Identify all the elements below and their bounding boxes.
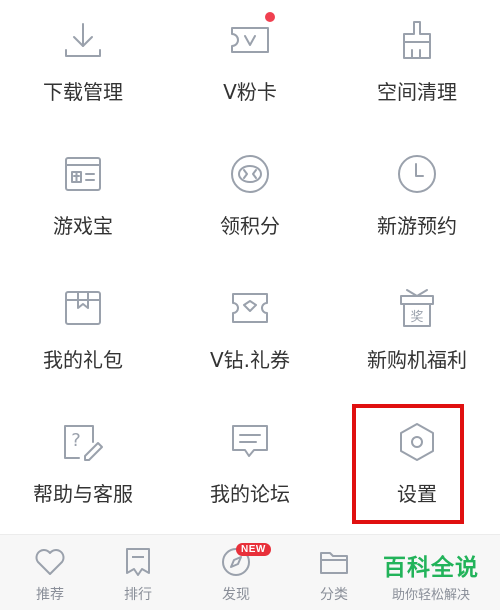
points-coin-icon — [231, 155, 269, 193]
tab-ranking[interactable]: 排行 — [88, 535, 188, 610]
tab-label: 排行 — [124, 587, 152, 603]
watermark-subtitle: 助你轻松解决 — [391, 588, 470, 603]
menu-item-download-manager[interactable]: 下载管理 — [0, 0, 166, 134]
settings-highlight-box — [352, 404, 464, 524]
game-treasure-icon — [65, 157, 101, 191]
tab-label: 推荐 — [36, 587, 64, 603]
menu-item-vdiamond-coupons[interactable]: V钻.礼券 — [167, 268, 333, 402]
forum-icon — [232, 425, 268, 457]
menu-item-earn-points[interactable]: 领积分 — [167, 134, 333, 268]
new-badge: NEW — [236, 543, 271, 556]
heart-icon — [35, 549, 65, 575]
folder-icon — [320, 552, 348, 574]
watermark-title: 百科全说 — [383, 555, 479, 581]
broom-icon — [403, 21, 431, 59]
menu-item-label: 我的论坛 — [210, 482, 290, 506]
menu-item-game-treasure[interactable]: 游戏宝 — [0, 134, 166, 268]
menu-item-label: 游戏宝 — [53, 214, 113, 238]
menu-item-new-phone-benefits[interactable]: 奖 新购机福利 — [334, 268, 500, 402]
menu-item-label: 空间清理 — [377, 80, 457, 104]
menu-item-my-forum[interactable]: 我的论坛 — [167, 402, 333, 536]
svg-text:奖: 奖 — [410, 310, 423, 325]
menu-item-my-gift-packs[interactable]: 我的礼包 — [0, 268, 166, 402]
prize-icon: 奖 — [400, 289, 434, 327]
download-icon — [65, 23, 101, 57]
menu-item-help-support[interactable]: ? 帮助与客服 — [0, 402, 166, 536]
gift-box-icon — [65, 291, 101, 325]
menu-item-label: 新游预约 — [377, 214, 457, 238]
menu-item-label: 下载管理 — [43, 80, 123, 104]
tab-label: 分类 — [320, 587, 348, 603]
svg-text:?: ? — [71, 430, 81, 451]
menu-item-new-game-reservation[interactable]: 新游预约 — [334, 134, 500, 268]
tab-categories[interactable]: 分类 — [284, 535, 384, 610]
menu-item-vfan-card[interactable]: V粉卡 — [167, 0, 333, 134]
watermark-logo: 百科全说 助你轻松解决 — [372, 548, 490, 603]
menu-item-label: V钻.礼券 — [209, 348, 291, 372]
clock-icon — [398, 155, 436, 193]
menu-item-label: 我的礼包 — [43, 348, 123, 372]
help-icon: ? — [64, 425, 103, 461]
menu-item-label: 帮助与客服 — [33, 482, 133, 506]
tab-label: 发现 — [222, 587, 250, 603]
coupon-icon — [232, 293, 268, 323]
tab-recommend[interactable]: 推荐 — [0, 535, 100, 610]
menu-item-label: V粉卡 — [223, 80, 277, 104]
menu-item-label: 领积分 — [220, 214, 280, 238]
menu-item-space-cleanup[interactable]: 空间清理 — [334, 0, 500, 134]
bookmark-icon — [126, 548, 150, 576]
vcard-icon — [231, 27, 269, 53]
notification-dot — [265, 12, 275, 22]
menu-item-label: 新购机福利 — [367, 348, 467, 372]
